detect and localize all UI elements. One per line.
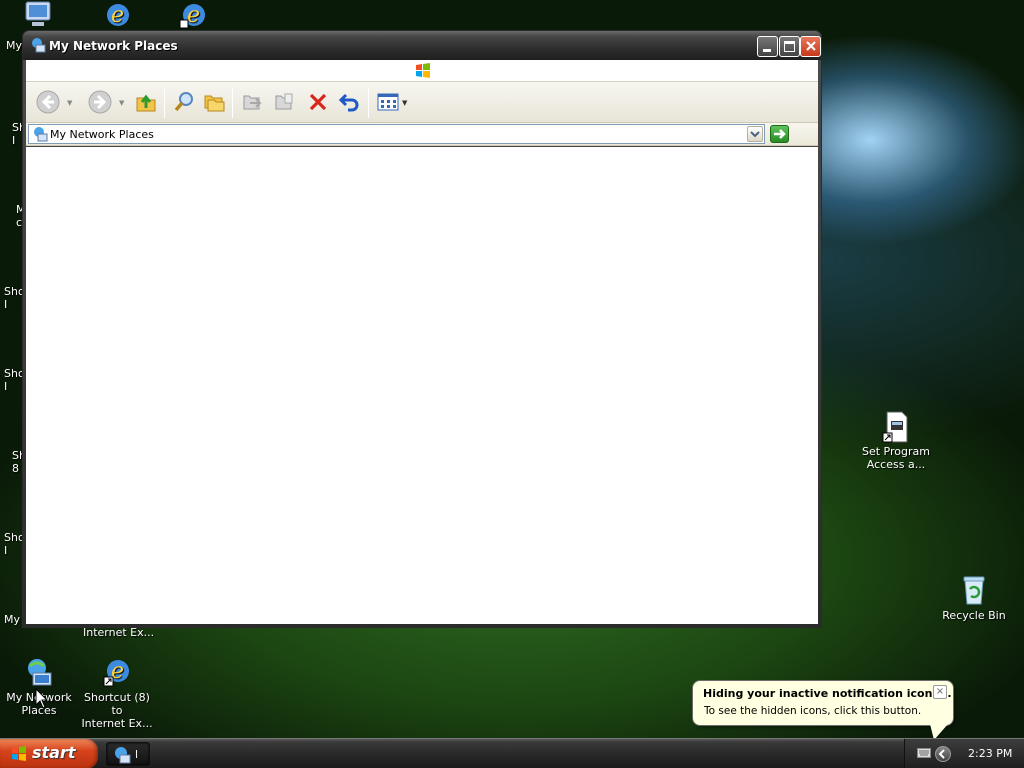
mouse-cursor-icon	[35, 688, 49, 709]
address-text: My Network Places	[50, 128, 154, 141]
folders-button[interactable]	[202, 90, 226, 114]
forward-button[interactable]	[88, 90, 112, 114]
address-field[interactable]: My Network Places	[28, 124, 765, 144]
network-places-icon	[32, 126, 48, 142]
window-titlebar[interactable]: My Network Places	[23, 31, 821, 60]
back-arrow-icon	[36, 90, 60, 114]
folders-icon	[204, 95, 225, 112]
desktop-icon-label: Shortcut (8) to	[84, 691, 150, 717]
balloon-text: To see the hidden icons, click this butt…	[704, 705, 922, 717]
close-icon	[804, 39, 818, 56]
taskbar: start l 2:23 PM	[0, 738, 1024, 768]
windows-logo-icon	[10, 745, 28, 763]
views-icon	[377, 93, 399, 111]
minimize-button[interactable]	[757, 36, 778, 57]
notification-balloon[interactable]: Hiding your inactive notification icons.…	[692, 680, 954, 726]
copy-to-button[interactable]	[272, 90, 296, 114]
svg-text:e: e	[187, 3, 200, 28]
keyboard-icon[interactable]	[917, 748, 931, 758]
desktop-icon-label: Internet Ex...	[81, 717, 153, 730]
computer-icon	[22, 0, 54, 32]
window-title: My Network Places	[49, 39, 178, 53]
views-dropdown-icon[interactable]: ▼	[402, 99, 407, 107]
toolbar-separator	[232, 88, 233, 118]
desktop-label-fragment: My	[6, 39, 23, 52]
program-access-icon	[880, 410, 912, 443]
delete-button[interactable]	[306, 90, 330, 114]
up-button[interactable]	[134, 90, 158, 114]
back-button[interactable]	[36, 90, 60, 114]
forward-arrow-icon	[88, 90, 112, 114]
minimize-icon	[763, 49, 771, 52]
search-icon	[174, 92, 193, 112]
internet-explorer-icon: e	[102, 0, 134, 32]
undo-button[interactable]	[338, 90, 362, 114]
balloon-close-button[interactable]: ×	[933, 685, 947, 699]
network-places-icon	[113, 746, 131, 764]
balloon-title: Hiding your inactive notification icons.…	[703, 687, 952, 700]
desktop-icon-recycle-bin[interactable]: Recycle Bin	[936, 574, 1012, 622]
explorer-window: My Network Places ▼ ▼ ▼ My Network Place…	[22, 30, 822, 628]
svg-text:e: e	[111, 3, 124, 28]
folder-up-icon	[136, 94, 156, 112]
views-button[interactable]	[376, 90, 400, 114]
forward-dropdown-icon[interactable]: ▼	[119, 99, 124, 107]
menu-bar	[26, 60, 818, 82]
delete-icon	[309, 93, 327, 111]
desktop-icon-label: Recycle Bin	[942, 609, 1006, 622]
toolbar: ▼ ▼ ▼	[26, 82, 818, 123]
address-bar: My Network Places	[26, 123, 818, 146]
go-arrow-icon	[774, 129, 786, 139]
close-button[interactable]	[800, 36, 821, 57]
desktop-icon-shortcut-8-ie[interactable]: e Shortcut (8) to Internet Ex...	[79, 656, 155, 730]
internet-explorer-icon: e	[178, 0, 210, 32]
address-dropdown-button[interactable]	[747, 126, 763, 142]
show-hidden-icons-button[interactable]	[935, 746, 951, 762]
internet-explorer-icon: e	[101, 656, 133, 688]
recycle-bin-icon	[958, 574, 990, 606]
toolbar-separator	[368, 88, 369, 118]
taskbar-item-my-network-places[interactable]: l	[106, 742, 150, 766]
folder-content-pane[interactable]	[26, 147, 818, 624]
system-tray: 2:23 PM	[904, 739, 1024, 768]
desktop-icon-label: Access a...	[866, 458, 926, 471]
back-dropdown-icon[interactable]: ▼	[67, 99, 72, 107]
taskbar-item-label: l	[135, 748, 139, 761]
move-to-icon	[243, 95, 262, 110]
start-label: start	[32, 743, 76, 762]
desktop-icon-set-program-access[interactable]: Set Program Access a...	[858, 410, 934, 471]
toolbar-separator	[164, 88, 165, 118]
search-button[interactable]	[172, 90, 196, 114]
maximize-button[interactable]	[779, 36, 800, 57]
maximize-icon	[784, 41, 795, 52]
clock[interactable]: 2:23 PM	[968, 747, 1012, 760]
chevron-left-icon	[938, 749, 945, 759]
network-places-icon	[23, 656, 55, 688]
desktop-icon-label: Set Program	[862, 445, 930, 458]
go-button[interactable]	[770, 125, 789, 143]
copy-to-icon	[275, 93, 293, 110]
windows-logo-icon	[414, 62, 432, 80]
start-button[interactable]: start	[0, 739, 98, 768]
move-to-button[interactable]	[240, 90, 264, 114]
network-places-icon	[30, 37, 46, 53]
undo-icon	[338, 93, 359, 112]
chevron-down-icon	[750, 131, 760, 138]
